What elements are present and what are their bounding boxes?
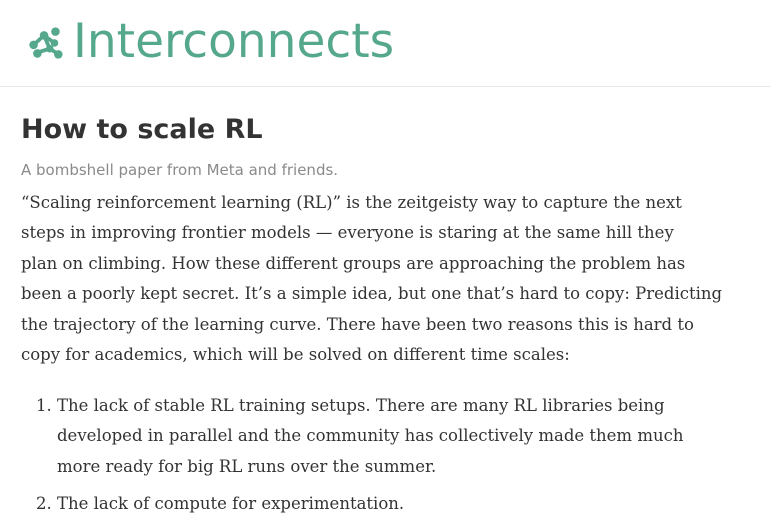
- list-item: 1. The lack of stable RL training setups…: [21, 391, 761, 482]
- list-item-line: The lack of compute for experimentation.: [57, 494, 405, 514]
- paragraph-line: the trajectory of the learning curve. Th…: [21, 314, 694, 334]
- paragraph-line: plan on climbing. How these different gr…: [21, 253, 686, 273]
- list-item: 2. The lack of compute for experimentati…: [21, 489, 761, 519]
- list-item-number: 1.: [36, 396, 52, 415]
- paragraph-line: copy for academics, which will be solved…: [21, 345, 570, 365]
- list-item-number: 2.: [36, 494, 52, 514]
- post-title: How to scale RL: [21, 114, 263, 145]
- list-item-line: The lack of stable RL training setups. T…: [57, 396, 665, 415]
- reasons-list: 1. The lack of stable RL training setups…: [21, 391, 761, 527]
- paragraph-line: “Scaling reinforcement learning (RL)” is…: [21, 193, 682, 212]
- paragraph-line: steps in improving frontier models — eve…: [21, 223, 674, 243]
- list-item-line: more ready for big RL runs over the summ…: [57, 456, 437, 476]
- site-header: Interconnects: [0, 0, 770, 87]
- site-title-link[interactable]: Interconnects: [73, 11, 394, 73]
- body-paragraph: “Scaling reinforcement learning (RL)” is…: [21, 188, 756, 370]
- post-subtitle: A bombshell paper from Meta and friends.: [21, 161, 339, 179]
- paragraph-line: been a poorly kept secret. It’s a simple…: [21, 284, 723, 304]
- interconnects-logo-icon[interactable]: [26, 24, 64, 62]
- list-item-line: developed in parallel and the community …: [57, 426, 684, 446]
